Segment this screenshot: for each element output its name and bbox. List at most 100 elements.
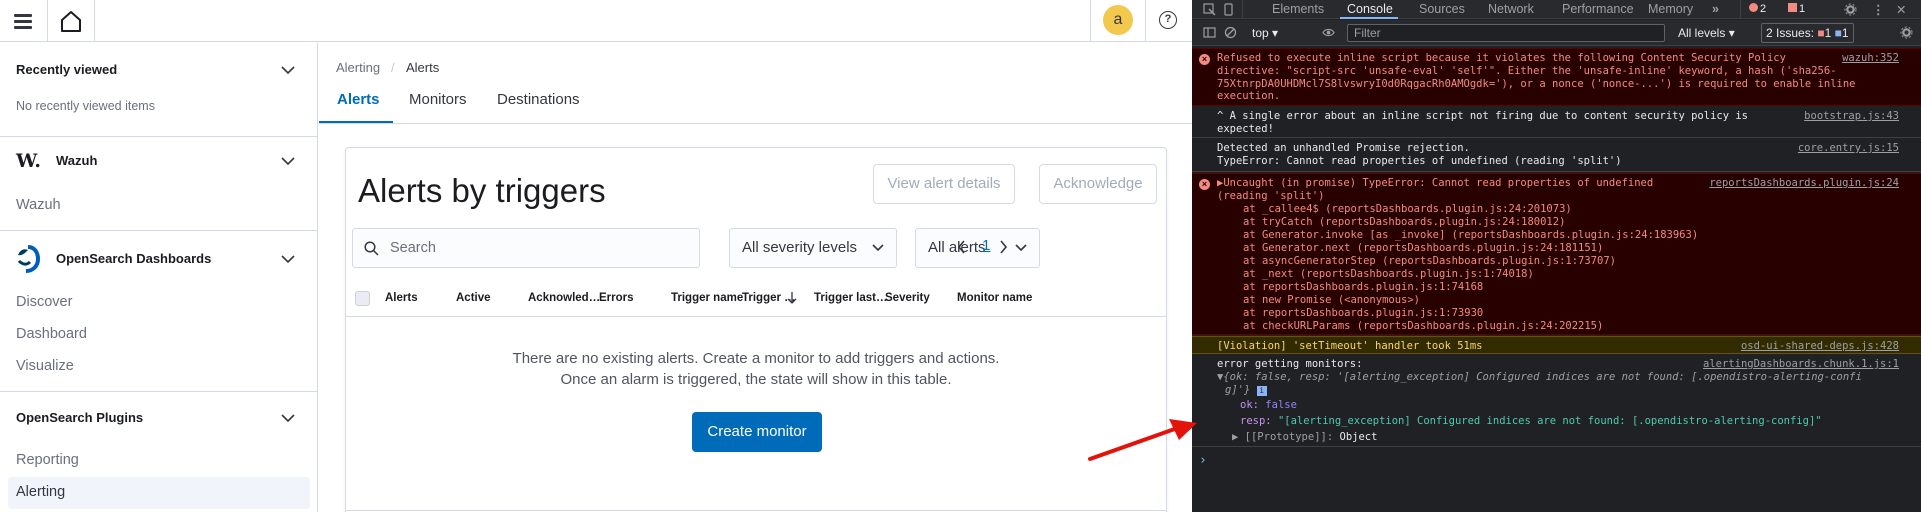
message-source-link[interactable]: core.entry.js:15: [1798, 142, 1899, 155]
acknowledge-button[interactable]: Acknowledge: [1039, 164, 1157, 204]
chevron-down-icon[interactable]: [281, 413, 295, 423]
clear-console-icon[interactable]: [1224, 26, 1237, 39]
wazuh-section-title[interactable]: Wazuh: [56, 153, 97, 168]
table-header: Alerts Active Acknowled… Errors Trigger …: [346, 279, 1166, 317]
opensearch-section-title[interactable]: OpenSearch Dashboards: [56, 251, 211, 266]
avatar[interactable]: a: [1103, 5, 1133, 35]
close-icon[interactable]: ✕: [1896, 2, 1906, 17]
message-source-link[interactable]: reportsDashboards.plugin.js:24: [1709, 177, 1899, 190]
sidebar-item-alerting[interactable]: Alerting: [16, 484, 65, 500]
column-header[interactable]: Trigger last…: [814, 292, 888, 304]
severity-select[interactable]: All severity levels: [729, 228, 897, 268]
wazuh-logo: W.: [16, 150, 41, 172]
gear-icon[interactable]: [1900, 26, 1913, 39]
console-log-message: Detected an unhandled Promise rejection.…: [1192, 139, 1921, 172]
stack-frame[interactable]: at Generator.next (reportsDashboards.plu…: [1243, 242, 1603, 255]
tab-console[interactable]: Console: [1347, 2, 1393, 16]
stack-frame[interactable]: at _next (reportsDashboards.plugin.js:1:…: [1243, 268, 1534, 281]
column-header[interactable]: Alerts: [385, 292, 418, 304]
console-error-message: × ▶Uncaught (in promise) TypeError: Cann…: [1192, 173, 1921, 335]
stack-frame[interactable]: at _callee4$ (reportsDashboards.plugin.j…: [1243, 203, 1572, 216]
sidebar-item-visualize[interactable]: Visualize: [16, 358, 74, 374]
kebab-menu-icon[interactable]: ⋮: [1872, 2, 1885, 17]
stack-frame[interactable]: at reportsDashboards.plugin.js:1:74168: [1243, 281, 1483, 294]
tab-network[interactable]: Network: [1488, 2, 1534, 16]
chevron-down-icon[interactable]: [281, 254, 295, 264]
column-header[interactable]: Active: [456, 292, 491, 304]
gear-icon[interactable]: [1844, 3, 1857, 16]
message-text: ▶Uncaught (in promise) TypeError: Cannot…: [1217, 177, 1654, 202]
tab-monitors[interactable]: Monitors: [409, 91, 467, 108]
recently-viewed-title[interactable]: Recently viewed: [16, 62, 117, 77]
message-text: [Violation] 'setTimeout' handler took 51…: [1217, 340, 1483, 352]
eye-icon[interactable]: [1322, 26, 1335, 39]
column-header[interactable]: Monitor name: [957, 292, 1032, 304]
home-icon[interactable]: [58, 8, 84, 34]
message-source-link[interactable]: wazuh:352: [1842, 52, 1899, 65]
stack-frame[interactable]: at Generator.invoke [as _invoke] (report…: [1243, 229, 1698, 242]
search-icon: [364, 241, 379, 256]
help-icon[interactable]: ?: [1159, 11, 1177, 29]
page-number[interactable]: 1: [982, 237, 990, 254]
sidebar-item-wazuh[interactable]: Wazuh: [16, 197, 61, 213]
tab-destinations[interactable]: Destinations: [497, 91, 580, 108]
message-source-link[interactable]: osd-ui-shared-deps.js:428: [1741, 340, 1899, 353]
sidebar-item-dashboard[interactable]: Dashboard: [16, 326, 87, 342]
column-header[interactable]: Trigger name: [671, 292, 743, 304]
chevron-left-icon[interactable]: [956, 240, 968, 254]
chevron-right-icon[interactable]: [997, 240, 1009, 254]
tab-memory[interactable]: Memory: [1648, 2, 1693, 16]
console-toolbar: top ▾ All levels ▾ 2 Issues: ■1 ■1: [1192, 20, 1921, 46]
info-icon[interactable]: i: [1256, 386, 1267, 396]
issues-button[interactable]: 2 Issues: ■1 ■1: [1761, 23, 1854, 43]
device-toolbar-icon[interactable]: [1222, 3, 1235, 16]
breadcrumb-alerting[interactable]: Alerting: [336, 60, 380, 75]
column-header[interactable]: Acknowled…: [528, 292, 600, 304]
plugins-section-title[interactable]: OpenSearch Plugins: [16, 410, 143, 425]
message-source-link[interactable]: alertingDashboards.chunk.1.js:1: [1703, 358, 1899, 371]
create-monitor-button[interactable]: Create monitor: [692, 412, 822, 452]
search-field[interactable]: [352, 228, 700, 268]
opensearch-logo-icon: [17, 245, 40, 273]
chevron-down-icon[interactable]: [281, 65, 295, 75]
sidebar-item-reporting[interactable]: Reporting: [16, 452, 79, 468]
panel-title: Alerts by triggers: [358, 172, 606, 209]
search-input[interactable]: [390, 229, 690, 267]
select-all-checkbox[interactable]: [355, 291, 370, 306]
inspect-icon[interactable]: [1203, 3, 1216, 16]
header-divider: [1145, 0, 1146, 42]
message-text: Refused to execute inline script because…: [1217, 52, 1856, 103]
error-count-badge[interactable]: 2: [1749, 3, 1766, 15]
alert-state-select[interactable]: All alerts: [915, 228, 1040, 268]
tab-alerts[interactable]: Alerts: [337, 91, 380, 108]
filter-input[interactable]: [1354, 25, 1654, 41]
more-tabs-icon[interactable]: »: [1712, 2, 1719, 16]
object-summary[interactable]: ▼{ok: false, resp: '[alerting_exception]…: [1217, 371, 1862, 384]
column-header[interactable]: Errors: [599, 292, 634, 304]
stack-frame[interactable]: at asyncGeneratorStep (reportsDashboards…: [1243, 255, 1616, 268]
annotation-arrow-icon: [1088, 419, 1197, 461]
tab-elements[interactable]: Elements: [1272, 2, 1324, 16]
sort-arrow-icon[interactable]: [787, 291, 797, 304]
stack-frame[interactable]: at checkURLParams (reportsDashboards.plu…: [1243, 320, 1603, 333]
empty-state-line: Once an alarm is triggered, the state wi…: [560, 371, 952, 388]
filter-field[interactable]: [1347, 24, 1665, 42]
stack-frame[interactable]: at tryCatch (reportsDashboards.plugin.js…: [1243, 216, 1565, 229]
object-prototype[interactable]: ▶ [[Prototype]]: Object: [1232, 431, 1377, 444]
error-icon: ×: [1199, 179, 1210, 190]
stack-frame[interactable]: at reportsDashboards.plugin.js:1:73930: [1243, 307, 1483, 320]
context-select[interactable]: top ▾: [1252, 26, 1278, 40]
chevron-down-icon[interactable]: [281, 156, 295, 166]
toolbar-divider: [1242, 0, 1243, 19]
sidebar-toggle-icon[interactable]: [1203, 26, 1216, 39]
warning-count-badge[interactable]: 1: [1788, 3, 1805, 15]
message-source-link[interactable]: bootstrap.js:43: [1804, 110, 1899, 123]
column-header[interactable]: Severity: [885, 292, 930, 304]
menu-icon[interactable]: [12, 9, 36, 33]
log-levels-select[interactable]: All levels ▾: [1678, 26, 1735, 40]
tab-sources[interactable]: Sources: [1419, 2, 1465, 16]
view-alert-details-button[interactable]: View alert details: [873, 164, 1015, 204]
top-header: a ?: [0, 0, 1192, 42]
sidebar-item-discover[interactable]: Discover: [16, 294, 72, 310]
tab-performance[interactable]: Performance: [1562, 2, 1634, 16]
